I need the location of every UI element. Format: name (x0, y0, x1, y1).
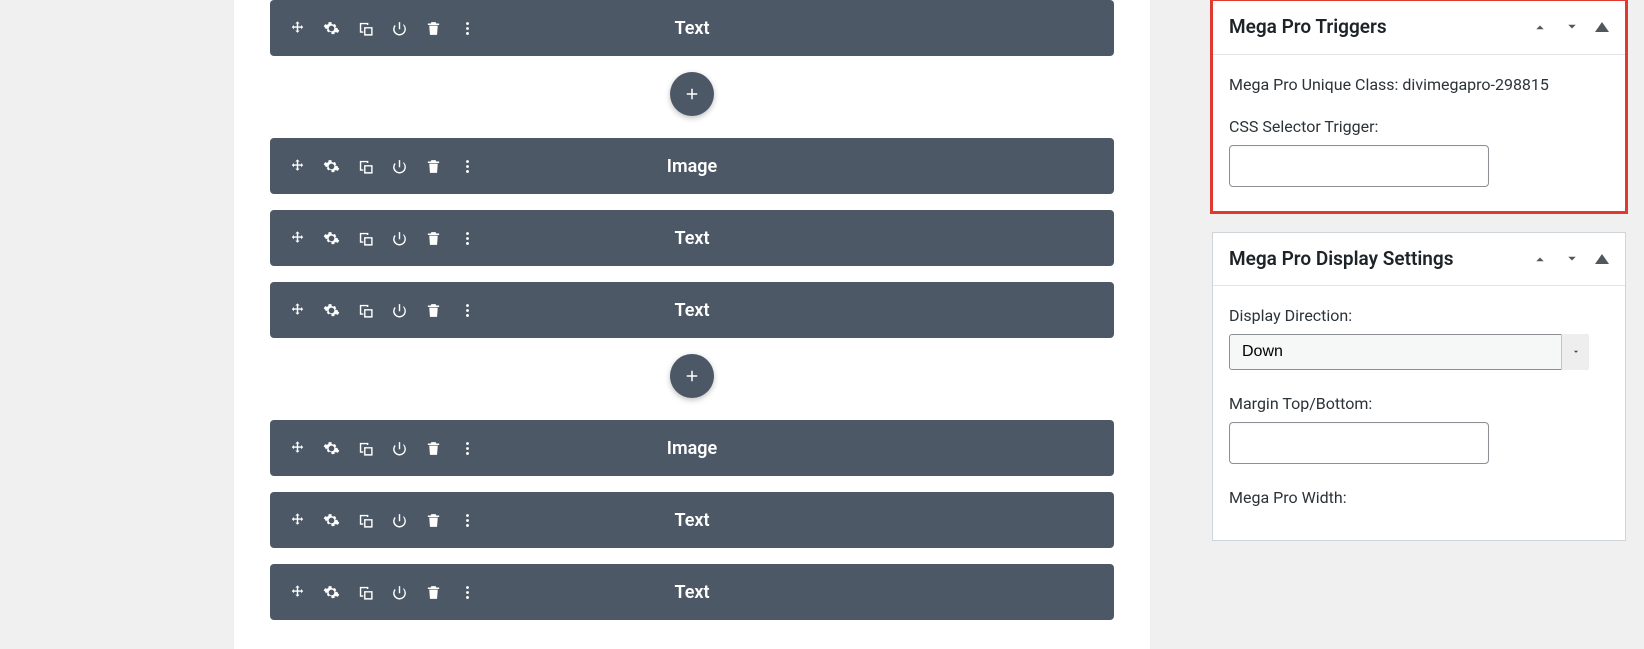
page-left-gutter (0, 0, 32, 649)
duplicate-icon[interactable] (356, 157, 374, 175)
more-icon[interactable] (458, 511, 476, 529)
power-icon[interactable] (390, 583, 408, 601)
power-icon[interactable] (390, 301, 408, 319)
editor-main-area: Text Image (32, 0, 1212, 649)
more-icon[interactable] (458, 19, 476, 37)
power-icon[interactable] (390, 511, 408, 529)
module-toolbar (270, 511, 476, 529)
power-icon[interactable] (390, 439, 408, 457)
css-trigger-input[interactable] (1229, 145, 1489, 187)
module-row: Text (270, 282, 1114, 338)
add-module-button[interactable] (670, 354, 714, 398)
gear-icon[interactable] (322, 583, 340, 601)
duplicate-icon[interactable] (356, 511, 374, 529)
add-module-button[interactable] (670, 72, 714, 116)
delete-icon[interactable] (424, 19, 442, 37)
more-icon[interactable] (458, 439, 476, 457)
panel-body: Mega Pro Unique Class: divimegapro-29881… (1213, 55, 1625, 211)
module-toolbar (270, 157, 476, 175)
collapse-triangle-icon[interactable] (1595, 254, 1609, 264)
chevron-up-icon[interactable] (1531, 250, 1549, 268)
module-toolbar (270, 19, 476, 37)
more-icon[interactable] (458, 157, 476, 175)
collapse-triangle-icon[interactable] (1595, 22, 1609, 32)
duplicate-icon[interactable] (356, 583, 374, 601)
module-toolbar (270, 439, 476, 457)
mega-pro-display-panel: Mega Pro Display Settings Display Direct… (1212, 232, 1626, 542)
delete-icon[interactable] (424, 439, 442, 457)
chevron-up-icon[interactable] (1531, 18, 1549, 36)
editor-panel: Text Image (234, 0, 1150, 649)
move-icon[interactable] (288, 229, 306, 247)
module-row: Text (270, 210, 1114, 266)
display-direction-select[interactable] (1229, 334, 1589, 370)
more-icon[interactable] (458, 229, 476, 247)
duplicate-icon[interactable] (356, 229, 374, 247)
move-icon[interactable] (288, 439, 306, 457)
panel-controls (1531, 18, 1609, 36)
panel-body: Display Direction: Margin Top/Bottom: Me… (1213, 286, 1625, 540)
settings-sidebar: Mega Pro Triggers Mega Pro Unique Class:… (1212, 0, 1644, 649)
move-icon[interactable] (288, 583, 306, 601)
margin-field: Margin Top/Bottom: (1229, 392, 1609, 464)
move-icon[interactable] (288, 301, 306, 319)
panel-title: Mega Pro Display Settings (1229, 247, 1453, 272)
power-icon[interactable] (390, 157, 408, 175)
more-icon[interactable] (458, 583, 476, 601)
mega-pro-triggers-panel: Mega Pro Triggers Mega Pro Unique Class:… (1212, 0, 1626, 212)
gear-icon[interactable] (322, 439, 340, 457)
css-trigger-label: CSS Selector Trigger: (1229, 115, 1609, 139)
duplicate-icon[interactable] (356, 19, 374, 37)
delete-icon[interactable] (424, 511, 442, 529)
duplicate-icon[interactable] (356, 439, 374, 457)
more-icon[interactable] (458, 301, 476, 319)
gear-icon[interactable] (322, 19, 340, 37)
move-icon[interactable] (288, 511, 306, 529)
panel-header: Mega Pro Triggers (1213, 1, 1625, 55)
gear-icon[interactable] (322, 229, 340, 247)
display-direction-select-wrap (1229, 334, 1589, 370)
delete-icon[interactable] (424, 301, 442, 319)
margin-input[interactable] (1229, 422, 1489, 464)
gear-icon[interactable] (322, 511, 340, 529)
display-direction-label: Display Direction: (1229, 304, 1609, 328)
delete-icon[interactable] (424, 157, 442, 175)
module-toolbar (270, 229, 476, 247)
panel-header: Mega Pro Display Settings (1213, 233, 1625, 287)
unique-class-text: Mega Pro Unique Class: divimegapro-29881… (1229, 73, 1609, 97)
module-row: Text (270, 492, 1114, 548)
module-row: Image (270, 420, 1114, 476)
chevron-down-icon[interactable] (1563, 18, 1581, 36)
width-label: Mega Pro Width: (1229, 486, 1609, 510)
module-row: Text (270, 564, 1114, 620)
panel-controls (1531, 250, 1609, 268)
width-field: Mega Pro Width: (1229, 486, 1609, 510)
delete-icon[interactable] (424, 583, 442, 601)
delete-icon[interactable] (424, 229, 442, 247)
module-row: Image (270, 138, 1114, 194)
move-icon[interactable] (288, 157, 306, 175)
module-toolbar (270, 583, 476, 601)
module-toolbar (270, 301, 476, 319)
power-icon[interactable] (390, 229, 408, 247)
margin-label: Margin Top/Bottom: (1229, 392, 1609, 416)
panel-title: Mega Pro Triggers (1229, 15, 1387, 40)
move-icon[interactable] (288, 19, 306, 37)
duplicate-icon[interactable] (356, 301, 374, 319)
display-direction-field: Display Direction: (1229, 304, 1609, 370)
power-icon[interactable] (390, 19, 408, 37)
module-row: Text (270, 0, 1114, 56)
gear-icon[interactable] (322, 157, 340, 175)
gear-icon[interactable] (322, 301, 340, 319)
chevron-down-icon[interactable] (1563, 250, 1581, 268)
